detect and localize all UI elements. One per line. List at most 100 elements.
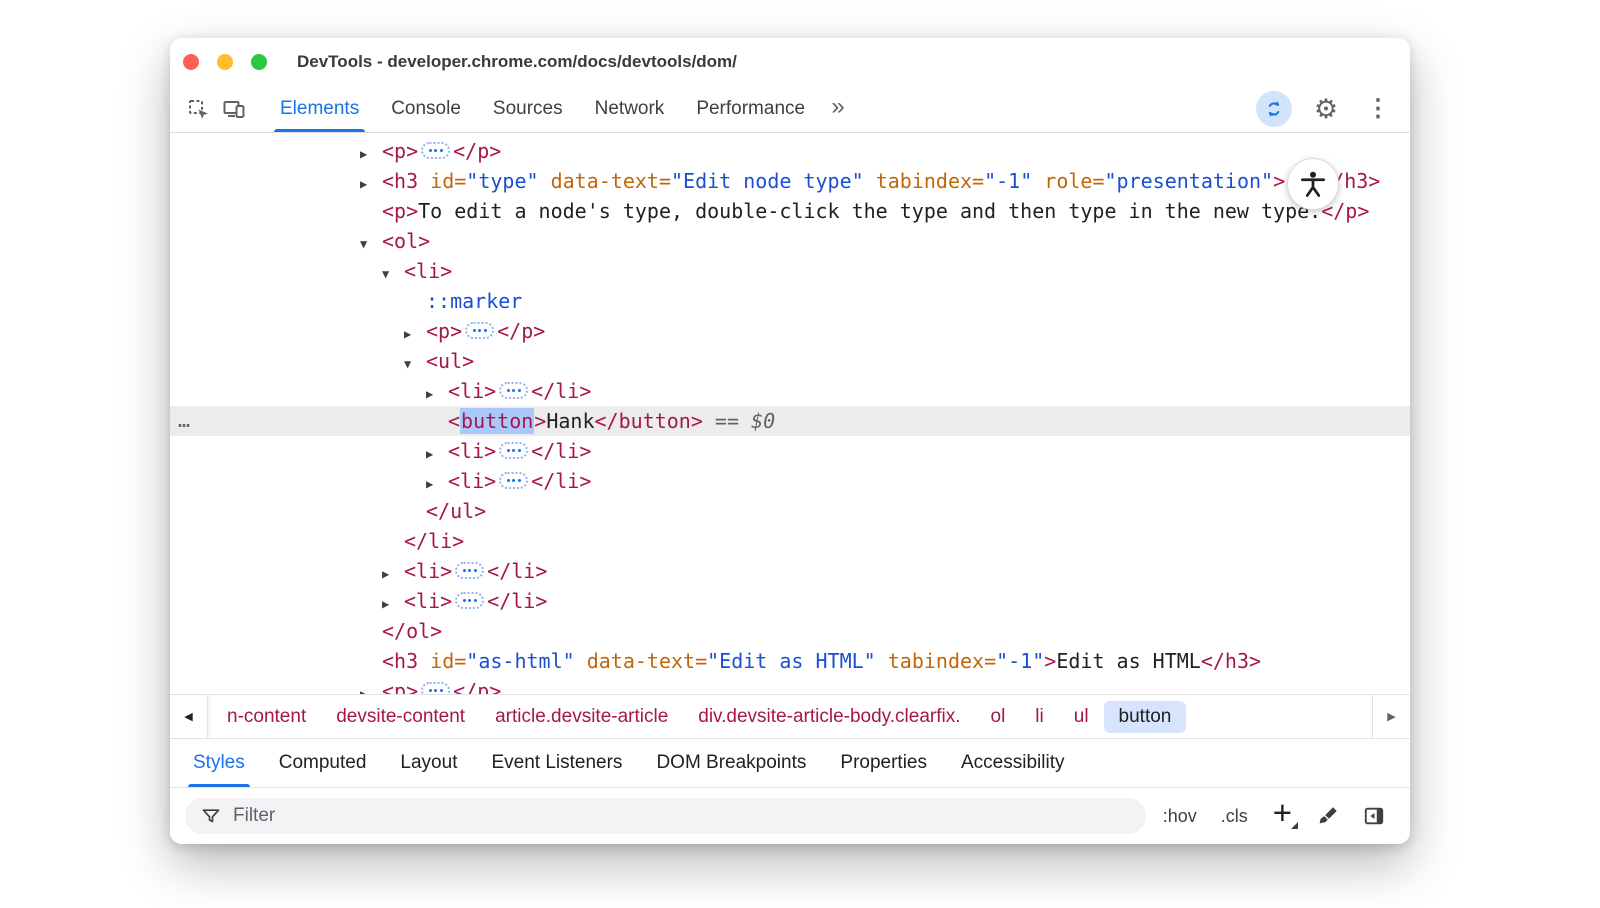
new-style-rule-button[interactable]: + (1265, 796, 1300, 837)
expand-children-icon[interactable] (421, 142, 450, 159)
row-more-icon[interactable]: … (178, 405, 191, 435)
code-token-tag: <li> (404, 559, 452, 583)
sidebar-tabs: StylesComputedLayoutEvent ListenersDOM B… (170, 739, 1410, 788)
twisty-collapsed-icon[interactable]: ▶ (360, 169, 382, 199)
twisty-collapsed-icon[interactable]: ▶ (360, 679, 382, 694)
brush-icon[interactable] (1310, 798, 1346, 834)
dom-node-row[interactable]: <p>To edit a node's type, double-click t… (170, 196, 1410, 226)
code-token-tag: < (448, 409, 460, 433)
filter-placeholder: Filter (233, 805, 275, 827)
inspect-element-icon[interactable] (180, 91, 216, 127)
dom-node-row[interactable]: ▼<li> (170, 256, 1410, 286)
code-token-mrk: ::marker (426, 289, 522, 313)
tab-layout[interactable]: Layout (383, 739, 474, 787)
person-glyph (1298, 169, 1328, 199)
dom-node-row[interactable]: <h3 id="as-html" data-text="Edit as HTML… (170, 646, 1410, 676)
dock-glyph (1363, 805, 1385, 827)
expand-children-icon[interactable] (499, 382, 528, 399)
tab-sources[interactable]: Sources (477, 86, 579, 132)
dom-node-row[interactable]: ▶<li></li> (170, 586, 1410, 616)
pill-dot (507, 449, 510, 452)
tab-computed[interactable]: Computed (262, 739, 384, 787)
breadcrumb-item-devsite-content[interactable]: devsite-content (321, 701, 480, 733)
breadcrumb-item-ol[interactable]: ol (976, 701, 1021, 733)
breadcrumb-item-div-devsite-article-body-clearfix-[interactable]: div.devsite-article-body.clearfix. (683, 701, 975, 733)
dom-node-row[interactable]: ▶<p></p> (170, 136, 1410, 166)
pill-dot (507, 389, 510, 392)
code-token-val: "presentation" (1105, 169, 1274, 193)
twisty-expanded-icon[interactable]: ▼ (404, 349, 426, 379)
expand-children-icon[interactable] (421, 682, 450, 694)
dom-node-row[interactable]: </ul> (170, 496, 1410, 526)
breadcrumb-scroll-left-icon[interactable]: ◀ (170, 695, 208, 738)
tab-console[interactable]: Console (375, 86, 477, 132)
twisty-collapsed-icon[interactable]: ▶ (426, 469, 448, 499)
pill-dot (478, 329, 481, 332)
twisty-expanded-icon[interactable]: ▼ (360, 229, 382, 259)
tab-accessibility[interactable]: Accessibility (944, 739, 1081, 787)
code-token-tag: <p> (426, 319, 462, 343)
tab-elements[interactable]: Elements (264, 86, 375, 132)
toggle-sidebar-icon[interactable] (1356, 798, 1392, 834)
pill-dot (484, 329, 487, 332)
expand-children-icon[interactable] (465, 322, 494, 339)
close-button[interactable] (183, 54, 199, 70)
twisty-collapsed-icon[interactable]: ▶ (426, 379, 448, 409)
breadcrumb-item-ul[interactable]: ul (1059, 701, 1104, 733)
breadcrumb: ◀ n-contentdevsite-contentarticle.devsit… (170, 694, 1410, 739)
main-toolbar: ElementsConsoleSourcesNetworkPerformance… (170, 86, 1410, 133)
breadcrumb-item-button[interactable]: button (1104, 701, 1187, 733)
tab-event-listeners[interactable]: Event Listeners (474, 739, 639, 787)
menu-kebab-icon[interactable]: ⋮ (1360, 91, 1396, 127)
dom-node-row[interactable]: ▼<ul> (170, 346, 1410, 376)
pill-dot (512, 449, 515, 452)
twisty-collapsed-icon[interactable]: ▶ (360, 139, 382, 169)
settings-gear-icon[interactable]: ⚙ (1308, 91, 1344, 127)
breadcrumb-item-li[interactable]: li (1020, 701, 1058, 733)
twisty-collapsed-icon[interactable]: ▶ (426, 439, 448, 469)
dom-node-row[interactable]: </li> (170, 526, 1410, 556)
dom-node-row[interactable]: ▶<li></li> (170, 376, 1410, 406)
dom-node-row[interactable]: …<button>Hank</button> == $0 (170, 406, 1410, 436)
twisty-collapsed-icon[interactable]: ▶ (382, 589, 404, 619)
tab-properties[interactable]: Properties (823, 739, 944, 787)
minimize-button[interactable] (217, 54, 233, 70)
sync-icon[interactable] (1256, 91, 1292, 127)
breadcrumb-scroll-right-icon[interactable]: ▶ (1372, 695, 1410, 738)
panel-tabs: ElementsConsoleSourcesNetworkPerformance (264, 86, 821, 132)
dom-node-row[interactable]: ▼<ol> (170, 226, 1410, 256)
expand-children-icon[interactable] (455, 562, 484, 579)
breadcrumb-item-article-devsite-article[interactable]: article.devsite-article (480, 701, 683, 733)
dom-tree-panel: ▶<p></p>▶<h3 id="type" data-text="Edit n… (170, 133, 1410, 694)
tab-network[interactable]: Network (579, 86, 681, 132)
more-panels-icon[interactable]: » (821, 95, 855, 123)
tab-dom-breakpoints[interactable]: DOM Breakpoints (639, 739, 823, 787)
pill-dot (512, 479, 515, 482)
expand-children-icon[interactable] (499, 472, 528, 489)
breadcrumb-item-n-content[interactable]: n-content (212, 701, 321, 733)
dom-node-row[interactable]: ▶<p></p> (170, 676, 1410, 694)
pill-dot (434, 689, 437, 692)
dom-node-row[interactable]: </ol> (170, 616, 1410, 646)
dom-node-row[interactable]: ▶<li></li> (170, 436, 1410, 466)
dom-node-row[interactable]: ::marker (170, 286, 1410, 316)
twisty-expanded-icon[interactable]: ▼ (382, 259, 404, 289)
zoom-button[interactable] (251, 54, 267, 70)
device-toolbar-icon[interactable] (216, 91, 252, 127)
filter-input[interactable]: Filter (185, 798, 1146, 834)
tab-styles[interactable]: Styles (176, 739, 262, 787)
dom-node-row[interactable]: ▶<h3 id="type" data-text="Edit node type… (170, 166, 1410, 196)
expand-children-icon[interactable] (499, 442, 528, 459)
twisty-collapsed-icon[interactable]: ▶ (382, 559, 404, 589)
twisty-collapsed-icon[interactable]: ▶ (404, 319, 426, 349)
brush-glyph (1317, 805, 1339, 827)
toggle-element-state-button[interactable]: :hov (1156, 802, 1204, 831)
expand-children-icon[interactable] (455, 592, 484, 609)
dom-node-row[interactable]: ▶<p></p> (170, 316, 1410, 346)
dom-node-row[interactable]: ▶<li></li> (170, 556, 1410, 586)
element-classes-button[interactable]: .cls (1214, 802, 1255, 831)
tab-performance[interactable]: Performance (680, 86, 821, 132)
code-token-tag: > (1273, 169, 1285, 193)
pill-dot (512, 389, 515, 392)
dom-node-row[interactable]: ▶<li></li> (170, 466, 1410, 496)
